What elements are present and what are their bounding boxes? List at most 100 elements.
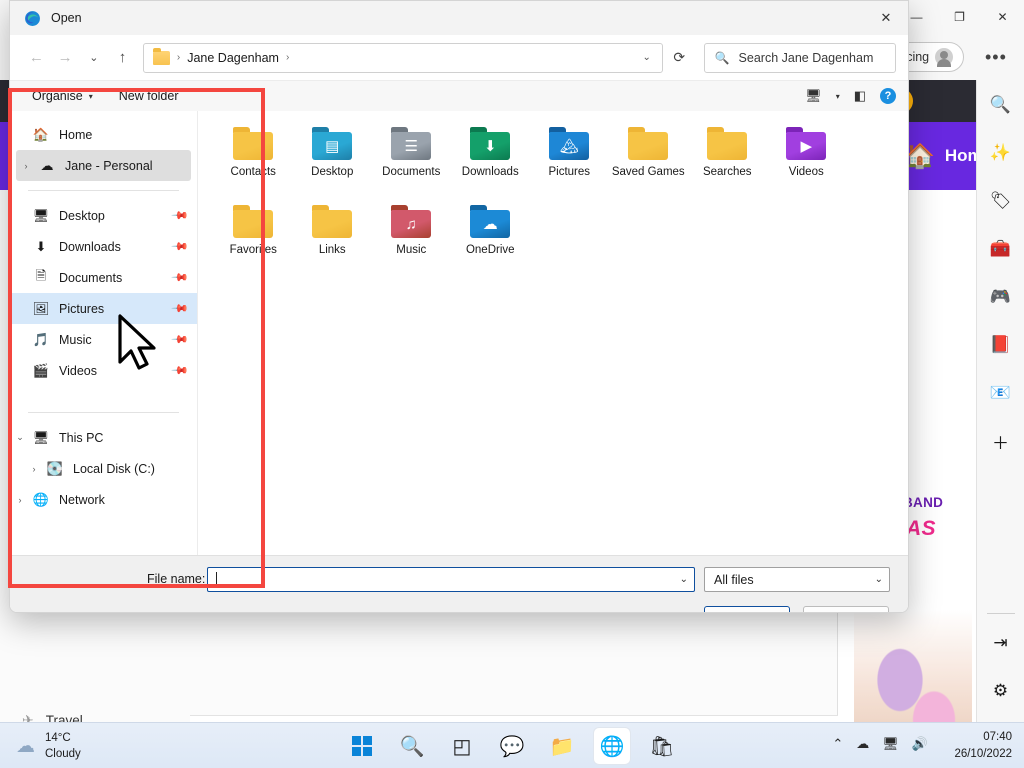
sidebar-item-downloads[interactable]: ⬇ Downloads 📌 — [10, 231, 197, 262]
new-folder-button[interactable]: New folder — [119, 89, 179, 103]
task-view-icon[interactable]: ◰ — [444, 728, 480, 764]
sidebar-item-music[interactable]: 🎵 Music 📌 — [10, 324, 197, 355]
folder-icon — [628, 127, 669, 160]
games-icon[interactable]: 🎮 — [984, 280, 1018, 314]
sidebar-item-this-pc[interactable]: ⌄ 🖥 This PC — [10, 422, 197, 453]
network-icon[interactable]: 🖥 — [882, 736, 899, 752]
file-list-view[interactable]: Contacts ▤ Desktop ☰ Documents ⬇ Downloads 🏔 Pic… — [197, 111, 908, 555]
open-button[interactable]: Open — [704, 606, 790, 612]
file-item[interactable]: ☰ Documents — [372, 123, 451, 193]
chevron-down-icon[interactable]: ⌄ — [635, 52, 657, 63]
back-button[interactable]: ← — [22, 43, 51, 73]
sidebar-item-home[interactable]: 🏠 Home — [10, 119, 197, 150]
folder-glyph-icon: ♫ — [405, 215, 417, 233]
file-item[interactable]: ▶ Videos — [767, 123, 846, 193]
breadcrumb[interactable]: Jane Dagenham — [187, 51, 279, 65]
file-item[interactable]: ⬇ Downloads — [451, 123, 530, 193]
shopping-tag-icon[interactable]: 🏷 — [984, 184, 1018, 218]
sidebar-item-pictures[interactable]: 🖼 Pictures 📌 — [10, 293, 197, 324]
refresh-button[interactable]: ⟳ — [665, 43, 694, 73]
search-input[interactable]: 🔍 Search Jane Dagenham — [703, 42, 896, 73]
weather-text: 14°C Cloudy — [45, 731, 81, 762]
address-bar[interactable]: › Jane Dagenham › ⌄ — [142, 42, 663, 73]
edge-icon[interactable]: 🌐 — [594, 728, 630, 764]
restore-icon[interactable]: ❐ — [938, 0, 981, 34]
chevron-down-icon[interactable]: ⌄ — [875, 574, 883, 585]
close-icon[interactable]: ✕ — [981, 0, 1024, 34]
pin-icon[interactable]: 📌 — [170, 330, 189, 349]
folder-icon — [233, 127, 274, 160]
close-icon[interactable]: ✕ — [864, 1, 908, 35]
search-icon[interactable]: 🔍 — [984, 88, 1018, 122]
sidebar-item-documents[interactable]: 🗎 Documents 📌 — [10, 262, 197, 293]
sidebar-item-label: Documents — [59, 270, 123, 285]
cancel-button[interactable]: Cancel — [803, 606, 889, 612]
help-icon[interactable]: ? — [880, 88, 896, 104]
mail-folder-travel[interactable]: ✈ Travel — [22, 712, 83, 722]
outlook-icon[interactable]: 📧 — [984, 376, 1018, 410]
view-options-icon[interactable]: 🖥 — [805, 88, 822, 104]
file-type-select[interactable]: All files ⌄ — [704, 567, 890, 592]
chevron-down-icon[interactable]: ▾ — [836, 92, 840, 101]
breadcrumb-separator-2[interactable]: › — [282, 52, 293, 63]
folder-icon — [233, 205, 274, 238]
sidebar-item-jane-personal[interactable]: › ☁ Jane - Personal — [16, 150, 191, 181]
folder-glyph-icon: ▤ — [325, 138, 340, 155]
preview-pane-icon[interactable]: ◧ — [854, 88, 866, 104]
sidebar-item-network[interactable]: › 🌐 Network — [10, 484, 197, 515]
onedrive-tray-icon[interactable]: ☁ — [856, 736, 869, 752]
organise-button[interactable]: Organise ▾ — [32, 89, 93, 103]
breadcrumb-separator: › — [176, 52, 181, 63]
file-name-input[interactable]: ⌄ — [207, 567, 695, 592]
chevron-right-icon[interactable]: › — [24, 464, 44, 474]
file-item-label: Videos — [788, 166, 824, 178]
file-item[interactable]: Saved Games — [609, 123, 688, 193]
pin-icon[interactable]: 📌 — [170, 206, 189, 225]
panel-toggle-icon[interactable]: ⇥ — [984, 626, 1018, 660]
file-item[interactable]: Searches — [688, 123, 767, 193]
store-icon[interactable]: 🛍 — [644, 728, 680, 764]
volume-icon[interactable]: 🔊 — [912, 736, 928, 752]
pin-icon[interactable]: 📌 — [170, 268, 189, 287]
divider — [28, 190, 179, 191]
up-button[interactable]: ↑ — [108, 43, 137, 73]
sidebar-item-local-disk[interactable]: › 💽 Local Disk (C:) — [10, 453, 197, 484]
chevron-right-icon[interactable]: › — [16, 161, 36, 171]
file-item[interactable]: ▤ Desktop — [293, 123, 372, 193]
weather-condition: Cloudy — [45, 747, 81, 760]
settings-gear-icon[interactable]: ⚙ — [984, 674, 1018, 708]
chevron-right-icon[interactable]: › — [10, 495, 30, 505]
start-button[interactable] — [344, 728, 380, 764]
office-icon[interactable]: 📕 — [984, 328, 1018, 362]
recent-locations-button[interactable]: ⌄ — [79, 43, 108, 73]
folder-glyph-icon: ▶ — [800, 138, 813, 155]
file-item[interactable]: ♫ Music — [372, 201, 451, 271]
file-item[interactable]: Links — [293, 201, 372, 271]
forward-button[interactable]: → — [51, 43, 80, 73]
file-explorer-icon[interactable]: 📁 — [544, 728, 580, 764]
pin-icon[interactable]: 📌 — [170, 237, 189, 256]
chevron-down-icon[interactable]: ⌄ — [10, 432, 30, 443]
system-tray: ⌃ ☁ 🖥 🔊 — [832, 736, 928, 752]
search-taskbar-icon[interactable]: 🔍 — [394, 728, 430, 764]
sidebar-item-videos[interactable]: 🎬 Videos 📌 — [10, 355, 197, 386]
sidebar-item-label: Downloads — [59, 239, 121, 254]
tools-icon[interactable]: 🧰 — [984, 232, 1018, 266]
pin-icon[interactable]: 📌 — [170, 299, 189, 318]
sidebar-item-desktop[interactable]: 🖥 Desktop 📌 — [10, 200, 197, 231]
organise-label: Organise — [32, 89, 83, 103]
copilot-sparkle-icon[interactable]: ✨ — [984, 136, 1018, 170]
weather-widget[interactable]: ☁ 14°C Cloudy — [16, 731, 81, 762]
dialog-command-bar: Organise ▾ New folder 🖥 ▾ ◧ ? — [10, 80, 908, 111]
file-item[interactable]: 🏔 Pictures — [530, 123, 609, 193]
browser-more-icon[interactable]: ••• — [985, 48, 1007, 66]
file-item[interactable]: Contacts — [214, 123, 293, 193]
file-item[interactable]: ☁ OneDrive — [451, 201, 530, 271]
show-hidden-icons[interactable]: ⌃ — [832, 736, 843, 752]
chevron-down-icon[interactable]: ⌄ — [680, 574, 688, 585]
pin-icon[interactable]: 📌 — [170, 361, 189, 380]
clock[interactable]: 07:40 26/10/2022 — [954, 729, 1012, 764]
file-item[interactable]: Favorites — [214, 201, 293, 271]
teams-icon[interactable]: 💬 — [494, 728, 530, 764]
add-tool-icon[interactable]: ＋ — [984, 424, 1018, 458]
